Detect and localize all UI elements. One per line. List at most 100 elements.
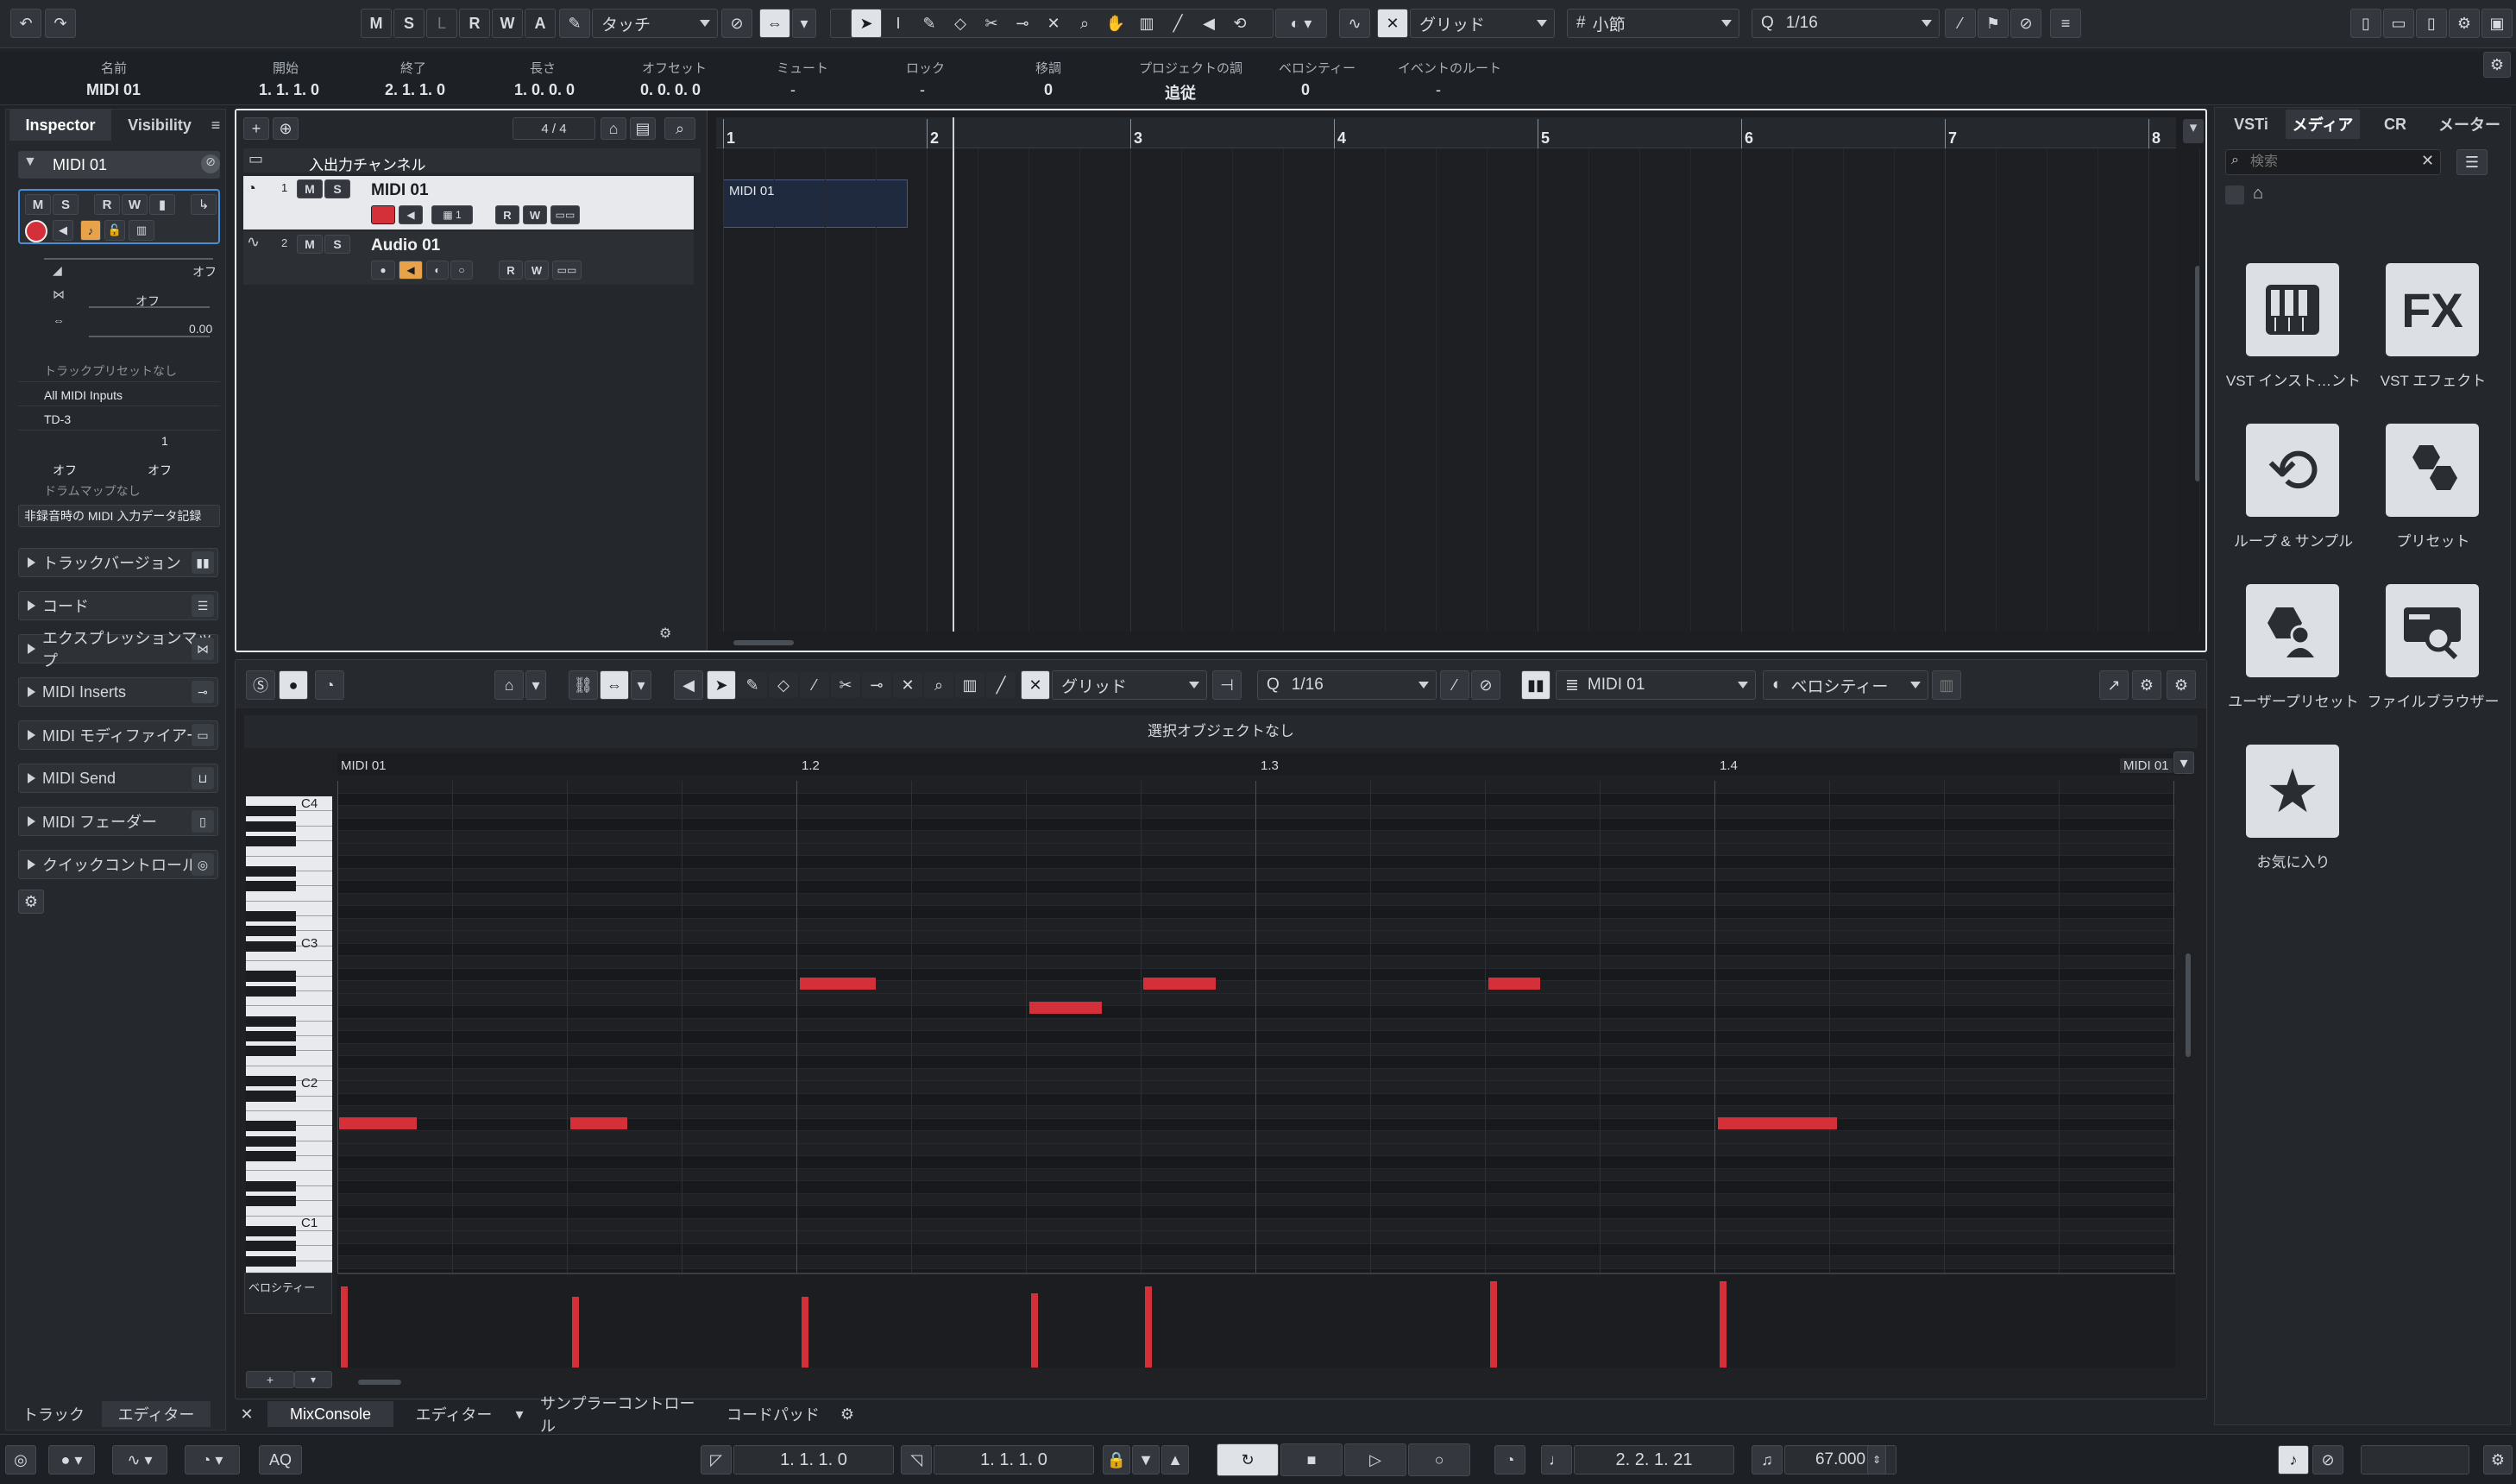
black-key[interactable] [246,910,296,922]
autoscroll-menu-button[interactable]: ▾ [792,9,816,38]
note[interactable] [1488,978,1540,990]
left-locator-field[interactable]: 1. 1. 1. 0 [733,1445,894,1475]
section-chords[interactable]: コード ☰ [18,591,218,620]
track-channel-button[interactable]: ▦ 1 [431,205,473,224]
track-list-settings-button[interactable]: ▤ [630,117,656,140]
info-value-start[interactable]: 1. 1. 1. 0 [259,81,319,99]
velocity-bar[interactable] [1031,1293,1038,1368]
comp-tool-button[interactable]: ▥ [1132,10,1161,36]
play-button[interactable]: ▷ [1344,1443,1406,1476]
delay-readout[interactable]: 0.00 [189,322,212,336]
collapse-icon[interactable]: ▼ [23,154,37,170]
black-key[interactable] [246,1225,296,1236]
section-track-versions[interactable]: トラックバージョン ▮▮ [18,548,218,577]
editor-controller-select[interactable]: ◐ ベロシティー [1763,670,1928,700]
channel-button[interactable]: ▥ [129,220,154,241]
automation-mode-select[interactable]: タッチ [592,9,718,38]
output-routing[interactable]: TD-3 [18,408,220,431]
edit-instrument-icon[interactable]: ⊘ [201,154,220,173]
record-enable-button[interactable] [25,220,47,242]
zoom-tool-button[interactable]: ⌕ [1070,10,1099,36]
pan-slider[interactable] [89,306,210,308]
solo-button[interactable]: S [53,194,79,215]
info-value-lock[interactable]: - [920,81,925,99]
position-display[interactable]: 2. 2. 1. 21 [1574,1445,1734,1475]
track-monitor-button[interactable]: ◀ [399,261,423,280]
note[interactable] [339,1117,417,1129]
write-all-button[interactable]: W [492,9,523,38]
velocity-bar[interactable] [341,1286,348,1368]
section-quick-controls[interactable]: クイックコントロール ◎ [18,850,218,879]
warp-tool-button[interactable]: ⟲ [1225,10,1255,36]
volume-slider[interactable] [44,258,213,260]
track-mute-button[interactable]: M [297,235,323,254]
velocity-bar[interactable] [572,1297,579,1368]
clear-search-icon[interactable]: ✕ [2421,152,2434,170]
range-tool-button[interactable]: I [884,10,913,36]
section-midi-send[interactable]: MIDI Send ⊔ [18,764,218,793]
left-locator-icon[interactable]: ◸ [701,1445,732,1475]
write-button[interactable]: W [122,194,148,215]
black-key[interactable] [246,1180,296,1192]
punch-out-icon[interactable]: ▲ [1161,1445,1189,1475]
tab-sampler-control[interactable]: サンプラーコントロール [540,1395,709,1435]
info-value-transpose[interactable]: 0 [1044,81,1053,99]
pencil-tool-button[interactable]: ✎ [915,10,944,36]
tile-presets[interactable] [2386,424,2479,517]
track-presets-button[interactable]: ⌂ [601,117,626,140]
note[interactable] [800,978,876,990]
track-row-midi[interactable]: ◔ 1 M S MIDI 01 ◀ ▦ 1 R W ▭▭ [243,176,694,230]
editor-snap-toggle[interactable]: ✕ [1021,670,1050,700]
tab-chord-pads[interactable]: コードパッド [721,1401,825,1427]
black-key[interactable] [246,940,296,952]
tab-cr[interactable]: CR [2362,110,2429,139]
info-value-project-key[interactable]: 追従 [1165,81,1196,104]
add-track-button[interactable]: + [243,117,269,140]
track-write-button[interactable]: W [525,261,549,280]
track-lanes-button[interactable]: ▭▭ [550,205,580,224]
editor-glue-tool-button[interactable]: ⊸ [862,672,891,698]
drummap-select[interactable]: ドラムマップなし [44,482,141,500]
tab-visibility[interactable]: Visibility [113,110,206,141]
black-key[interactable] [246,1121,296,1132]
editor-comp-tool-button[interactable]: ▥ [955,672,984,698]
glue-tool-button[interactable]: ⊸ [1008,10,1037,36]
snap-toggle-button[interactable]: ✕ [1377,9,1408,38]
editor-zoom-tool-button[interactable]: ⌕ [924,672,953,698]
editor-gear-button[interactable]: ⚙ [2167,670,2196,700]
tile-favorites[interactable]: ★ [2246,745,2339,838]
infoline-settings-button[interactable]: ⚙ [2483,52,2511,78]
tile-vst-effects[interactable]: FX [2386,263,2479,356]
play-tool-button[interactable]: ◀ [1194,10,1223,36]
track-name[interactable]: Audio 01 [371,236,440,255]
tab-mixconsole[interactable]: MixConsole [267,1401,393,1427]
section-midi-inserts[interactable]: MIDI Inserts ⊸ [18,677,218,707]
record-button[interactable]: ○ [1408,1443,1470,1476]
sync-button[interactable]: ⊘ [2312,1445,2343,1475]
editor-settings-button[interactable]: ⚙ [2132,670,2161,700]
autoscroll-editor-button[interactable]: ◔ [315,670,344,700]
program-select[interactable]: オフ [148,462,172,479]
black-key[interactable] [246,1076,296,1087]
note[interactable] [1718,1117,1837,1129]
arrange-grid[interactable] [716,148,2176,632]
redo-button[interactable]: ↷ [45,9,76,38]
section-expression-map[interactable]: エクスプレッションマップ ⋈ [18,630,218,670]
transport-settings-button[interactable]: ⚙ [2483,1445,2513,1475]
velocity-bar[interactable] [1145,1286,1152,1368]
editor-snap-select[interactable]: グリッド [1052,670,1207,700]
monitor-button[interactable]: ◀ [53,220,73,241]
layout-left-zone-button[interactable]: ▯ [2350,9,2381,38]
black-key[interactable] [246,881,296,892]
media-back-checkbox[interactable] [2225,186,2244,204]
piano-keyboard[interactable] [246,796,332,1276]
velocity-lane-label[interactable]: ベロシティー [248,1279,315,1295]
track-solo-button[interactable]: S [324,179,350,198]
object-select-tool-button[interactable]: ➤ [851,9,882,38]
record-mode-button[interactable]: ● ▾ [48,1445,95,1475]
black-key[interactable] [246,985,296,997]
section-midi-modifiers[interactable]: MIDI モディファイアー ▭ [18,720,218,750]
metronome-button[interactable]: ♪ [2278,1445,2309,1475]
split-tool-button[interactable]: ✂ [977,10,1006,36]
black-key[interactable] [246,836,296,847]
